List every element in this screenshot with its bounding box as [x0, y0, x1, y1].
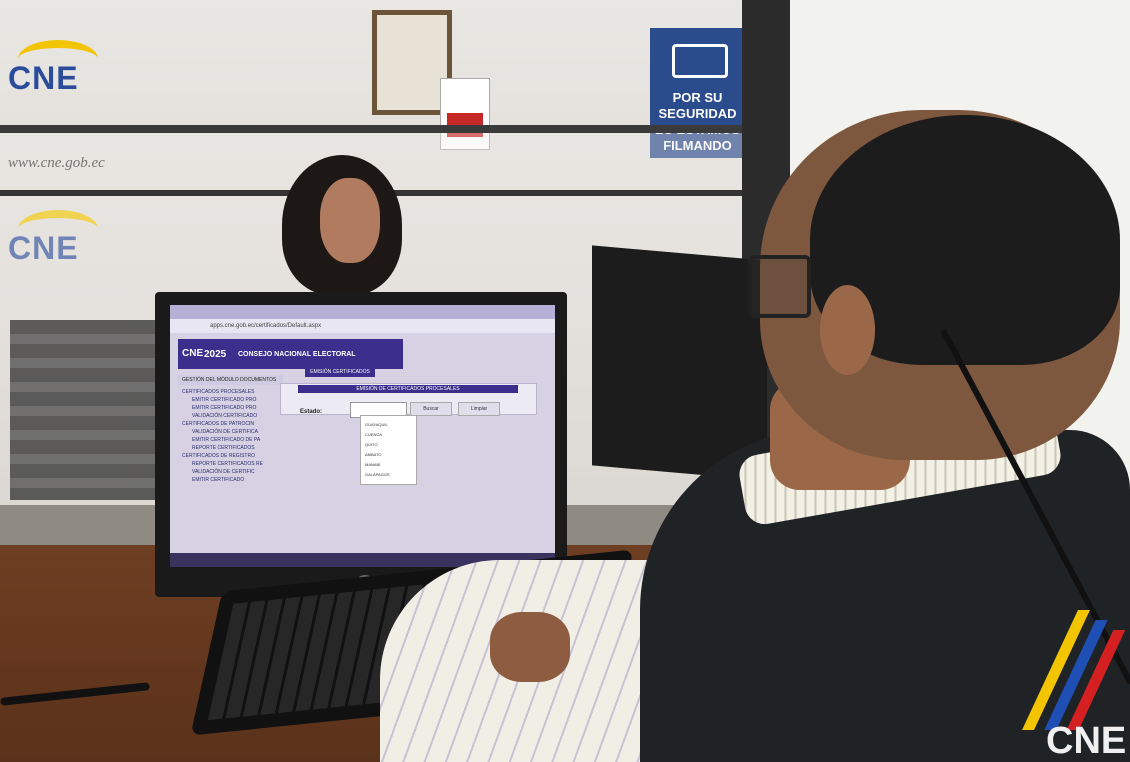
estado-label: Estado: — [300, 409, 323, 415]
panel-title: EMISIÓN DE CERTIFICADOS PROCESALES — [298, 385, 518, 393]
tab-emision-certificados[interactable]: EMISIÓN CERTIFICADOS — [305, 367, 375, 377]
sidebar-item[interactable]: REPORTE CERTIFICADOS — [192, 445, 255, 451]
banner-year: 2025 — [204, 349, 227, 360]
woman-face — [320, 178, 380, 263]
sidebar-item[interactable]: VALIDACIÓN CERTIFICADO — [192, 413, 257, 419]
sidebar-item[interactable]: EMITIR CERTIFICADO PRO — [192, 405, 256, 411]
dropdown-option[interactable]: AMBATO — [365, 452, 382, 457]
sidebar-menu: CERTIFICADOS PROCESALES EMITIR CERTIFICA… — [178, 387, 283, 562]
browser-tab-bar — [170, 305, 555, 319]
man-ear — [820, 285, 875, 375]
vest-cne-logo: CNE — [1022, 610, 1130, 762]
sidebar-item[interactable]: VALIDACIÓN DE CERTIFIC — [192, 469, 255, 475]
banner-brand: CNE — [182, 348, 204, 359]
man-hand — [490, 612, 570, 682]
eyeglasses-icon — [748, 255, 811, 318]
camera-icon — [672, 44, 728, 78]
address-bar[interactable]: apps.cne.gob.ec/certificados/Default.asp… — [170, 319, 555, 333]
sidebar-item[interactable]: EMITIR CERTIFICADO DE PA — [192, 437, 260, 443]
dropdown-option[interactable]: GALÁPAGOS — [365, 472, 390, 477]
waiting-chairs — [10, 320, 160, 500]
second-monitor — [592, 245, 767, 481]
cne-wall-logo-upper: CNE — [8, 40, 98, 97]
photo-scene: CNE www.cne.gob.ec CNE POR SU SEGURIDAD … — [0, 0, 1130, 762]
sidebar-item[interactable]: VALIDACIÓN DE CERTIFICA — [192, 429, 258, 435]
sidebar-item[interactable]: EMITIR CERTIFICADO — [192, 477, 244, 483]
sidebar-header: GESTIÓN DEL MÓDULO DOCUMENTOS — [178, 375, 283, 385]
sidebar-item[interactable]: REPORTE CERTIFICADOS RE — [192, 461, 263, 467]
monitor-screen: apps.cne.gob.ec/certificados/Default.asp… — [170, 305, 555, 567]
banner-org-name: CONSEJO NACIONAL ELECTORAL — [238, 351, 356, 358]
partition-rail-top — [0, 125, 750, 133]
sidebar-item[interactable]: CERTIFICADOS PROCESALES — [182, 389, 254, 395]
sidebar-item[interactable]: CERTIFICADOS DE PATROCIN — [182, 421, 254, 427]
buscar-button[interactable]: Buscar — [410, 402, 452, 416]
limpiar-button[interactable]: Limpiar — [458, 402, 500, 416]
cne-web-banner: CNE 2025 CONSEJO NACIONAL ELECTORAL — [178, 339, 403, 369]
sidebar-item[interactable]: CERTIFICADOS DE REGISTRO — [182, 453, 255, 459]
sidebar-item[interactable]: EMITIR CERTIFICADO PRO — [192, 397, 256, 403]
dropdown-option[interactable]: MANABÍ — [365, 462, 380, 467]
dropdown-option[interactable]: QUITO — [365, 442, 378, 447]
cne-logo-text: CNE — [8, 60, 79, 96]
dropdown-option[interactable]: CUENCA — [365, 432, 382, 437]
dropdown-option[interactable]: GUAYAQUIL — [365, 422, 388, 427]
estado-dropdown-list[interactable]: GUAYAQUIL CUENCA QUITO AMBATO MANABÍ GAL… — [360, 415, 417, 485]
